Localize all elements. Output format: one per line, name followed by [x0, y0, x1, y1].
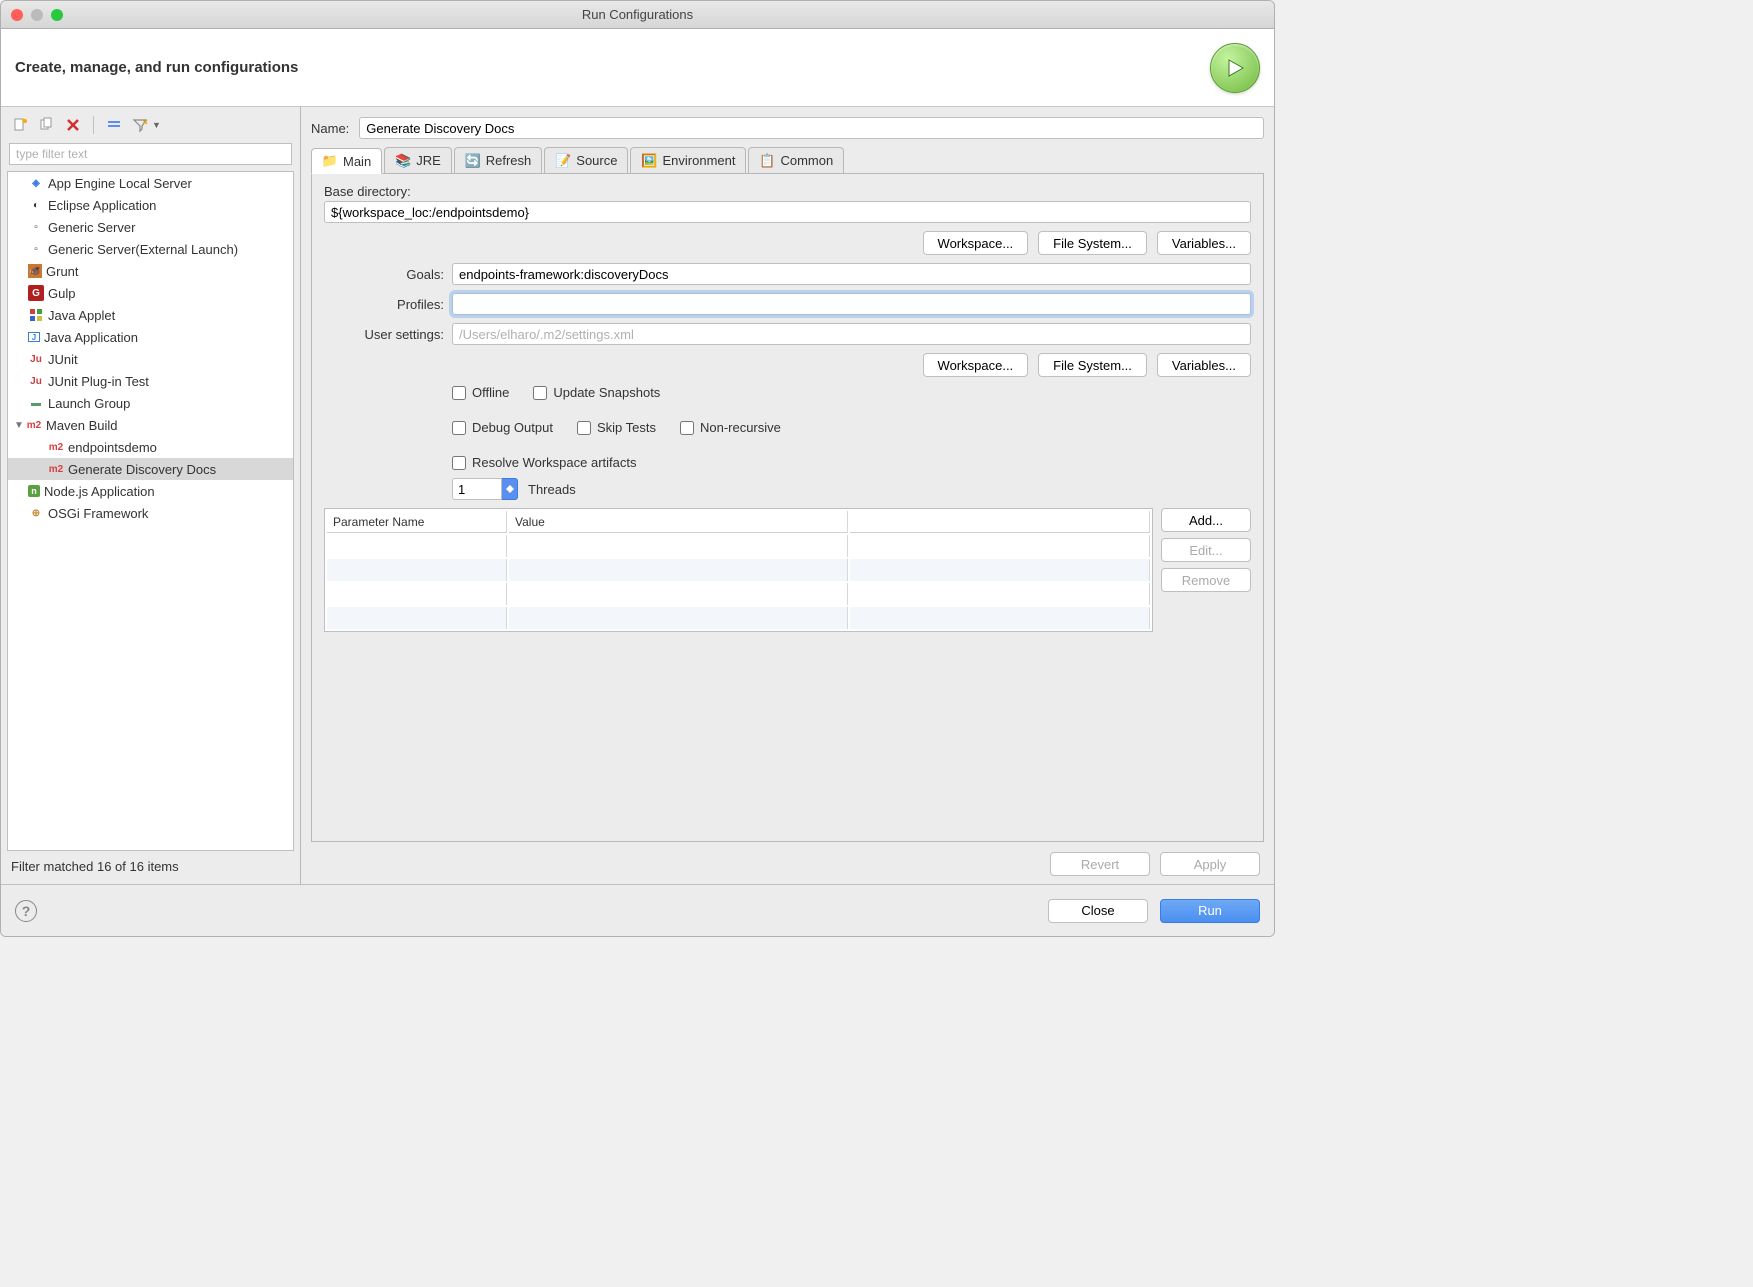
run-button[interactable]: Run [1160, 899, 1260, 923]
spinner-arrows-icon[interactable] [502, 478, 518, 500]
dropdown-arrow-icon[interactable]: ▼ [152, 120, 161, 130]
common-icon: 📋 [759, 153, 775, 169]
tab-bar: 📁Main 📚JRE 🔄Refresh 📝Source 🖼️Environmen… [311, 147, 1264, 174]
threads-spinner[interactable] [452, 478, 518, 500]
tree-item-maven-build[interactable]: ▼m2Maven Build [8, 414, 293, 436]
threads-input[interactable] [452, 478, 502, 500]
tree-item[interactable]: JuJUnit Plug-in Test [8, 370, 293, 392]
tab-jre[interactable]: 📚JRE [384, 147, 452, 173]
tree-item-endpointsdemo[interactable]: m2endpointsdemo [8, 436, 293, 458]
workspace-button[interactable]: Workspace... [923, 231, 1029, 255]
tree-item[interactable]: ▫Generic Server(External Launch) [8, 238, 293, 260]
help-icon[interactable]: ? [15, 900, 37, 922]
refresh-icon: 🔄 [465, 153, 481, 169]
close-button[interactable]: Close [1048, 899, 1148, 923]
tree-item[interactable]: nNode.js Application [8, 480, 293, 502]
filesystem-button-2[interactable]: File System... [1038, 353, 1147, 377]
tab-common[interactable]: 📋Common [748, 147, 844, 173]
delete-config-icon[interactable] [63, 115, 83, 135]
main-tab-content: Base directory: Workspace... File System… [311, 174, 1264, 842]
tree-item[interactable]: ▬Launch Group [8, 392, 293, 414]
tree-item[interactable]: 🐗Grunt [8, 260, 293, 282]
tree-item-generate-discovery-docs[interactable]: m2Generate Discovery Docs [8, 458, 293, 480]
goals-input[interactable] [452, 263, 1251, 285]
duplicate-config-icon[interactable] [37, 115, 57, 135]
table-row[interactable] [327, 583, 1150, 605]
run-icon [1210, 43, 1260, 93]
table-row[interactable] [327, 535, 1150, 557]
variables-button[interactable]: Variables... [1157, 231, 1251, 255]
detail-panel: Name: 📁Main 📚JRE 🔄Refresh 📝Source 🖼️Envi… [301, 107, 1274, 884]
update-snapshots-check[interactable]: Update Snapshots [533, 385, 660, 400]
filter-icon[interactable] [130, 115, 150, 135]
threads-label: Threads [528, 482, 576, 497]
add-button[interactable]: Add... [1161, 508, 1251, 532]
tree-item[interactable]: GGulp [8, 282, 293, 304]
dialog-title: Create, manage, and run configurations [15, 59, 298, 76]
apply-button: Apply [1160, 852, 1260, 876]
collapse-all-icon[interactable] [104, 115, 124, 135]
profiles-input[interactable] [452, 293, 1251, 315]
run-configurations-window: Run Configurations Create, manage, and r… [0, 0, 1275, 937]
folder-icon: 📁 [322, 153, 338, 169]
new-config-icon[interactable] [11, 115, 31, 135]
dialog-header: Create, manage, and run configurations [1, 29, 1274, 107]
jre-icon: 📚 [395, 153, 411, 169]
col-param-value: Value [509, 511, 848, 533]
profiles-label: Profiles: [324, 297, 444, 312]
tree-item[interactable]: JJava Application [8, 326, 293, 348]
edit-button: Edit... [1161, 538, 1251, 562]
tree-item[interactable]: JuJUnit [8, 348, 293, 370]
source-icon: 📝 [555, 153, 571, 169]
config-name-input[interactable] [359, 117, 1264, 139]
variables-button-2[interactable]: Variables... [1157, 353, 1251, 377]
debug-output-check[interactable]: Debug Output [452, 420, 553, 435]
revert-button: Revert [1050, 852, 1150, 876]
tree-item[interactable]: ◐Eclipse Application [8, 194, 293, 216]
usersettings-label: User settings: [324, 327, 444, 342]
tree-item[interactable]: ⊕OSGi Framework [8, 502, 293, 524]
col-param-name: Parameter Name [327, 511, 507, 533]
goals-label: Goals: [324, 267, 444, 282]
tree-item[interactable]: ◈App Engine Local Server [8, 172, 293, 194]
window-title: Run Configurations [1, 7, 1274, 22]
sidebar: ▼ ◈App Engine Local Server ◐Eclipse Appl… [1, 107, 301, 884]
table-row[interactable] [327, 559, 1150, 581]
tab-refresh[interactable]: 🔄Refresh [454, 147, 543, 173]
table-row[interactable] [327, 607, 1150, 629]
tree-item[interactable]: ▫Generic Server [8, 216, 293, 238]
skip-tests-check[interactable]: Skip Tests [577, 420, 656, 435]
tab-main[interactable]: 📁Main [311, 148, 382, 174]
tree-item[interactable]: Java Applet [8, 304, 293, 326]
offline-check[interactable]: Offline [452, 385, 509, 400]
tab-source[interactable]: 📝Source [544, 147, 628, 173]
environment-icon: 🖼️ [641, 153, 657, 169]
config-tree[interactable]: ◈App Engine Local Server ◐Eclipse Applic… [7, 171, 294, 851]
basedir-input[interactable] [324, 201, 1251, 223]
basedir-label: Base directory: [324, 184, 1251, 199]
titlebar: Run Configurations [1, 1, 1274, 29]
usersettings-input[interactable] [452, 323, 1251, 345]
filter-input[interactable] [9, 143, 292, 165]
filter-status: Filter matched 16 of 16 items [7, 851, 294, 878]
sidebar-toolbar: ▼ [7, 113, 294, 143]
filesystem-button[interactable]: File System... [1038, 231, 1147, 255]
footer: ? Close Run [1, 884, 1274, 936]
resolve-workspace-check[interactable]: Resolve Workspace artifacts [452, 455, 637, 470]
workspace-button-2[interactable]: Workspace... [923, 353, 1029, 377]
tab-environment[interactable]: 🖼️Environment [630, 147, 746, 173]
remove-button: Remove [1161, 568, 1251, 592]
parameters-table[interactable]: Parameter Name Value [324, 508, 1153, 632]
name-label: Name: [311, 121, 349, 136]
non-recursive-check[interactable]: Non-recursive [680, 420, 781, 435]
